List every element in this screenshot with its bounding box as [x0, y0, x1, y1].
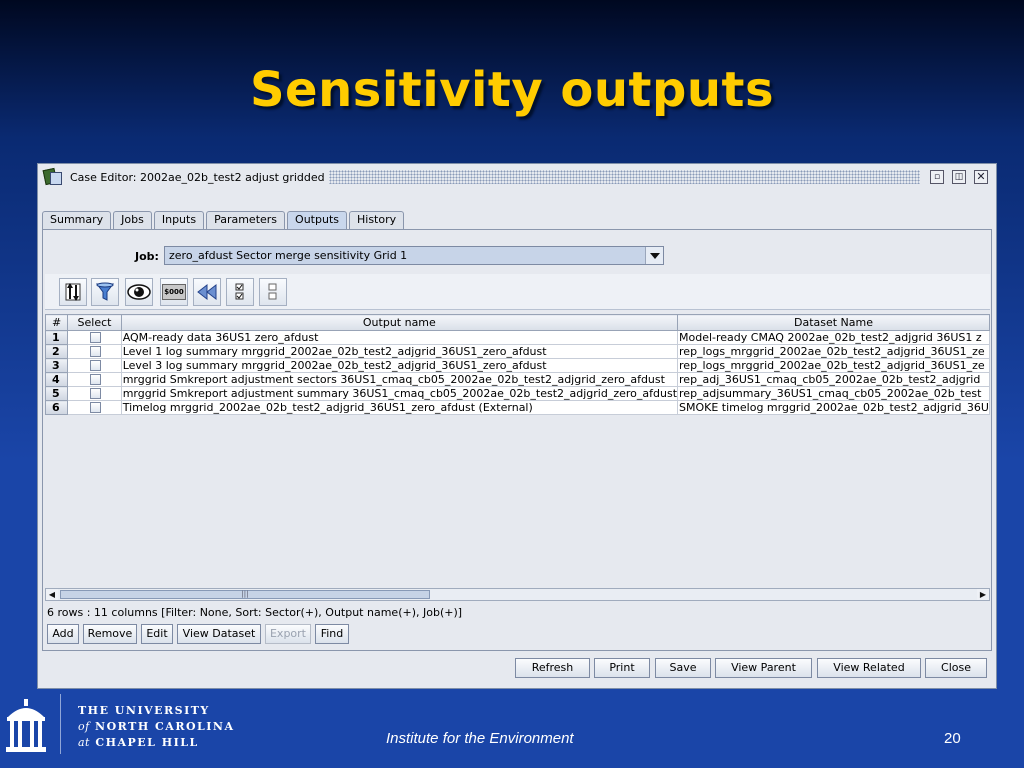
tab-parameters[interactable]: Parameters [206, 211, 286, 229]
table-status: 6 rows : 11 columns [Filter: None, Sort:… [47, 606, 463, 619]
tab-jobs[interactable]: Jobs [113, 211, 152, 229]
tab-history[interactable]: History [349, 211, 405, 229]
close-window-icon[interactable]: ✕ [974, 170, 988, 184]
tab-outputs[interactable]: Outputs [287, 211, 347, 230]
view-button[interactable] [125, 278, 153, 306]
view-related-button[interactable]: View Related [817, 658, 921, 678]
scrollbar-thumb[interactable]: ||| [60, 590, 430, 599]
find-button[interactable]: Find [315, 624, 349, 644]
sort-icon [65, 283, 81, 301]
print-button[interactable]: Print [594, 658, 650, 678]
university-line-3-prefix: at [78, 736, 90, 749]
row-number: 2 [45, 344, 69, 359]
row-select-checkbox[interactable] [89, 360, 101, 371]
refresh-button[interactable]: Refresh [515, 658, 590, 678]
close-button[interactable]: Close [925, 658, 987, 678]
university-line-2: NORTH CAROLINA [95, 720, 235, 733]
remove-button[interactable]: Remove [83, 624, 137, 644]
eye-icon [127, 284, 151, 300]
horizontal-scrollbar[interactable]: ◀ ||| ▶ [45, 588, 990, 601]
sort-button[interactable] [59, 278, 87, 306]
row-select-checkbox[interactable] [89, 388, 101, 399]
page-number: 20 [944, 730, 961, 747]
edit-button[interactable]: Edit [141, 624, 173, 644]
outputs-table: # Select Output name Dataset Name 1 AQM-… [45, 314, 990, 584]
job-select-value: zero_afdust Sector merge sensitivity Gri… [169, 249, 408, 262]
export-button[interactable]: Export [265, 624, 311, 644]
select-all-icon [235, 283, 244, 300]
table-row[interactable]: 6 Timelog mrggrid_2002ae_02b_test2_adjgr… [45, 400, 990, 415]
row-number: 6 [45, 400, 69, 415]
job-label: Job: [135, 250, 159, 263]
column-header-dataset-name[interactable]: Dataset Name [677, 314, 990, 331]
output-name-cell[interactable]: AQM-ready data 36US1 zero_afdust [120, 330, 679, 345]
output-name-cell[interactable]: mrggrid Smkreport adjustment summary 36U… [120, 386, 679, 401]
old-well-logo [6, 699, 46, 752]
footer-divider [60, 694, 61, 754]
dataset-name-cell[interactable]: rep_logs_mrggrid_2002ae_02b_test2_adjgri… [677, 358, 990, 373]
output-name-cell[interactable]: Timelog mrggrid_2002ae_02b_test2_adjgrid… [120, 400, 679, 415]
window-titlebar[interactable]: Case Editor: 2002ae_02b_test2 adjust gri… [38, 164, 996, 190]
minimize-icon[interactable]: ▫ [930, 170, 944, 184]
clear-selection-button[interactable] [259, 278, 287, 306]
output-name-cell[interactable]: Level 1 log summary mrggrid_2002ae_02b_t… [120, 344, 679, 359]
table-row[interactable]: 1 AQM-ready data 36US1 zero_afdust Model… [45, 330, 990, 345]
table-row[interactable]: 5 mrggrid Smkreport adjustment summary 3… [45, 386, 990, 401]
view-parent-button[interactable]: View Parent [715, 658, 812, 678]
university-line-3: CHAPEL HILL [95, 736, 199, 749]
slide-title: Sensitivity outputs [249, 62, 775, 118]
dataset-name-cell[interactable]: SMOKE timelog mrggrid_2002ae_02b_test2_a… [677, 400, 990, 415]
reset-button[interactable] [193, 278, 221, 306]
row-number: 1 [45, 330, 69, 345]
column-header-output-name[interactable]: Output name [120, 314, 679, 331]
chevron-down-icon[interactable] [645, 247, 663, 264]
row-number: 5 [45, 386, 69, 401]
window-title: Case Editor: 2002ae_02b_test2 adjust gri… [70, 170, 325, 184]
dataset-name-cell[interactable]: rep_adjsummary_36US1_cmaq_cb05_2002ae_02… [677, 386, 990, 401]
footer-institute: Institute for the Environment [386, 730, 574, 747]
dataset-name-cell[interactable]: rep_adj_36US1_cmaq_cb05_2002ae_02b_test2… [677, 372, 990, 387]
column-header-select[interactable]: Select [67, 314, 122, 331]
table-row[interactable]: 3 Level 3 log summary mrggrid_2002ae_02b… [45, 358, 990, 373]
row-select-checkbox[interactable] [89, 332, 101, 343]
rewind-icon [197, 283, 217, 301]
table-row[interactable]: 2 Level 1 log summary mrggrid_2002ae_02b… [45, 344, 990, 359]
editor-tabs: Summary Jobs Inputs Parameters Outputs H… [42, 211, 406, 230]
money-format-icon: $000 [162, 284, 186, 300]
case-editor-app-icon [42, 166, 64, 188]
university-line-1: THE UNIVERSITY [78, 704, 210, 717]
job-select[interactable]: zero_afdust Sector merge sensitivity Gri… [164, 246, 664, 265]
tab-inputs[interactable]: Inputs [153, 211, 205, 229]
outputs-panel: Job: zero_afdust Sector merge sensitivit… [42, 229, 992, 651]
scroll-left-icon[interactable]: ◀ [46, 589, 58, 600]
university-wordmark: THE UNIVERSITY of NORTH CAROLINA at CHAP… [78, 703, 235, 751]
filter-button[interactable] [91, 278, 119, 306]
format-button[interactable]: $000 [160, 278, 188, 306]
table-toolbar: $000 [45, 274, 990, 310]
output-name-cell[interactable]: mrggrid Smkreport adjustment sectors 36U… [120, 372, 679, 387]
column-header-number[interactable]: # [45, 314, 69, 331]
titlebar-grip [328, 170, 920, 184]
dataset-name-cell[interactable]: Model-ready CMAQ 2002ae_02b_test2_adjgri… [677, 330, 990, 345]
dataset-name-cell[interactable]: rep_logs_mrggrid_2002ae_02b_test2_adjgri… [677, 344, 990, 359]
row-number: 3 [45, 358, 69, 373]
row-select-checkbox[interactable] [89, 402, 101, 413]
row-number: 4 [45, 372, 69, 387]
maximize-icon[interactable]: ◫ [952, 170, 966, 184]
tab-summary[interactable]: Summary [42, 211, 112, 229]
university-line-2-prefix: of [78, 720, 90, 733]
clear-selection-icon [268, 283, 277, 300]
output-name-cell[interactable]: Level 3 log summary mrggrid_2002ae_02b_t… [120, 358, 679, 373]
table-row[interactable]: 4 mrggrid Smkreport adjustment sectors 3… [45, 372, 990, 387]
save-button[interactable]: Save [655, 658, 711, 678]
scroll-right-icon[interactable]: ▶ [977, 589, 989, 600]
select-all-button[interactable] [226, 278, 254, 306]
row-select-checkbox[interactable] [89, 374, 101, 385]
row-select-checkbox[interactable] [89, 346, 101, 357]
view-dataset-button[interactable]: View Dataset [177, 624, 261, 644]
add-button[interactable]: Add [47, 624, 79, 644]
case-editor-window: Case Editor: 2002ae_02b_test2 adjust gri… [37, 163, 997, 689]
filter-icon [96, 282, 114, 301]
